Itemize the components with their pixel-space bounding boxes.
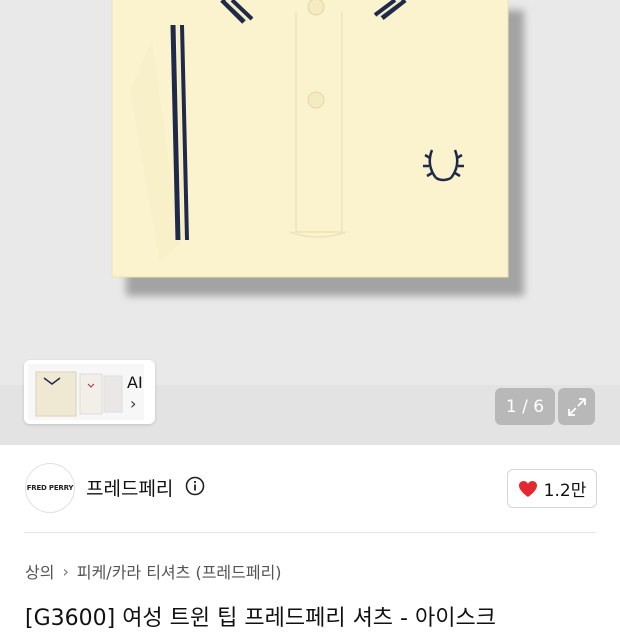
brand-name[interactable]: 프레드페리	[86, 474, 173, 501]
breadcrumb-item-top[interactable]: 상의	[25, 559, 54, 583]
ai-label: AI	[127, 373, 143, 392]
expand-icon	[567, 397, 586, 416]
chevron-right-icon: ›	[130, 394, 137, 413]
expand-button[interactable]	[558, 388, 595, 425]
breadcrumb-item-category[interactable]: 피케/카라 티셔츠 (프레드페리)	[77, 559, 282, 583]
breadcrumb: 상의 › 피케/카라 티셔츠 (프레드페리)	[25, 559, 282, 583]
like-count: 1.2만	[543, 481, 587, 501]
like-button[interactable]: 1.2만	[507, 469, 597, 508]
ai-fitting-card[interactable]: AI ›	[24, 360, 155, 424]
info-icon[interactable]	[185, 476, 205, 496]
image-counter: 1 / 6	[495, 388, 555, 425]
heart-icon	[518, 480, 537, 497]
brand-logo[interactable]: FRED PERRY	[25, 463, 75, 513]
chevron-right-icon: ›	[62, 561, 69, 581]
brand-logo-text: FRED PERRY	[26, 484, 74, 492]
divider	[24, 532, 596, 533]
product-title: [G3600] 여성 트윈 팁 프레드페리 셔츠 - 아이스크	[25, 606, 496, 631]
product-image-gallery[interactable]: AI › 1 / 6	[0, 0, 620, 445]
